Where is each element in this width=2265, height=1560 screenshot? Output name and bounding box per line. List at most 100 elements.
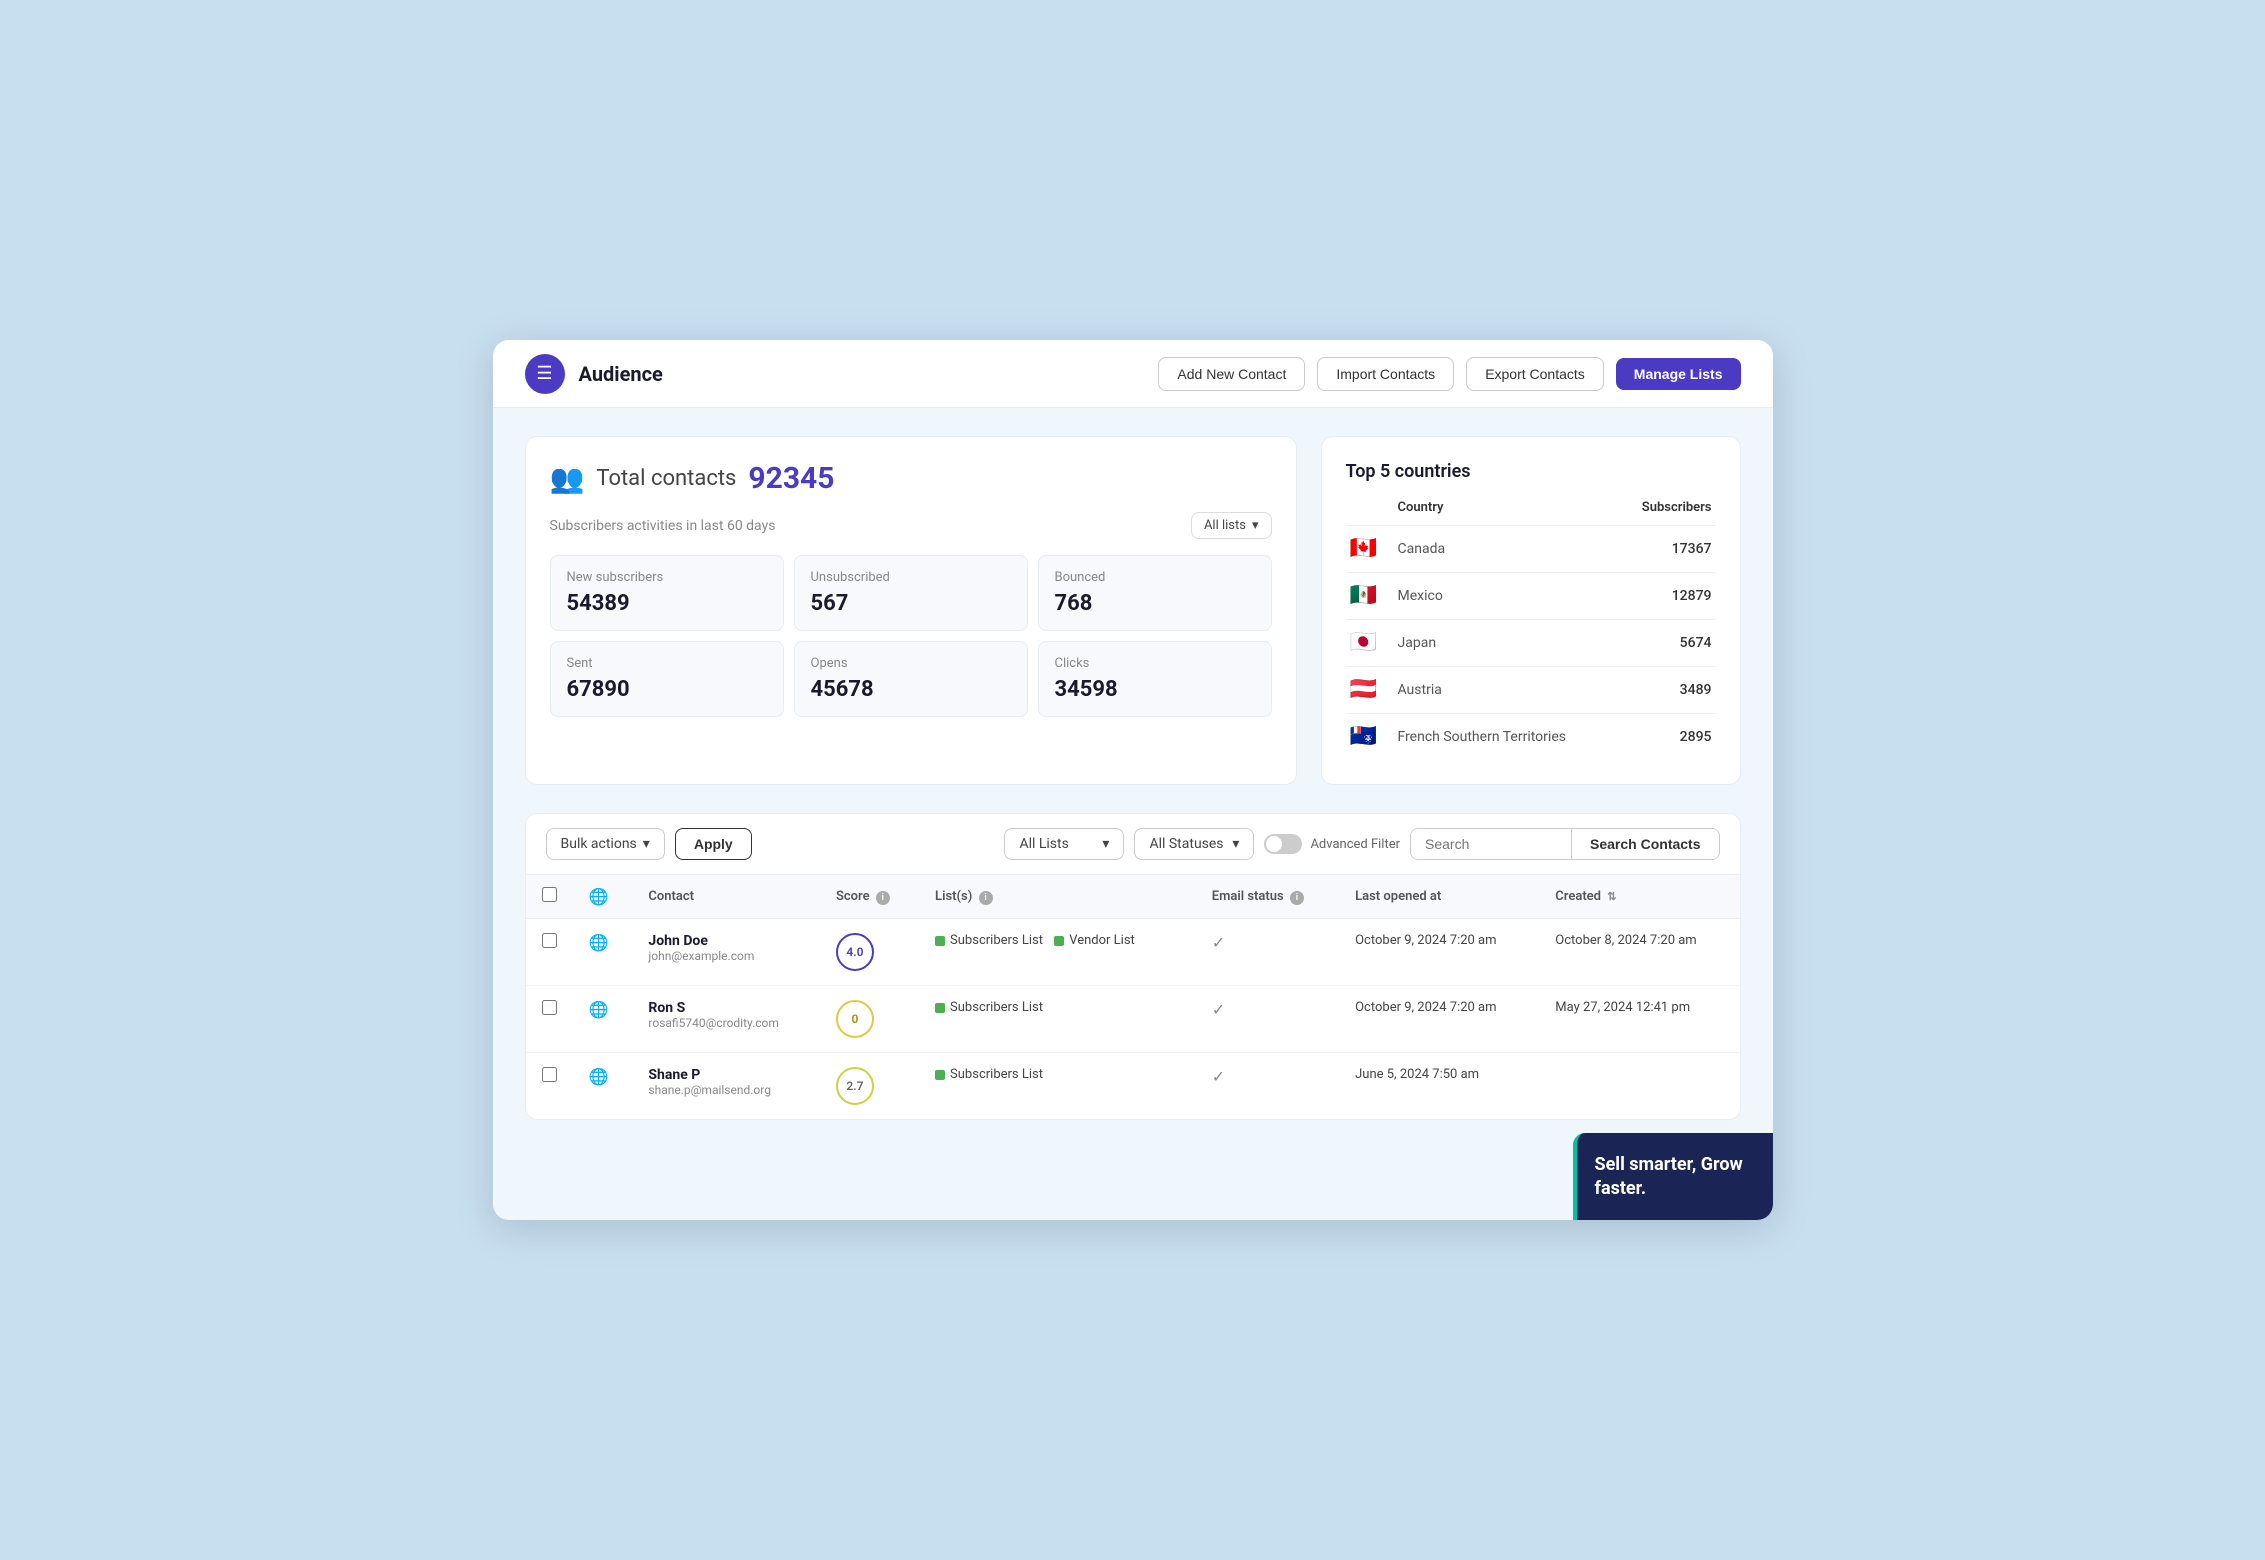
country-count: 5674 xyxy=(1680,635,1712,651)
col-header-country: Country xyxy=(1398,500,1634,515)
advanced-filter-toggle[interactable] xyxy=(1264,834,1302,854)
country-row: 🇨🇦 Canada 17367 xyxy=(1346,526,1716,573)
add-contact-button[interactable]: Add New Contact xyxy=(1158,357,1305,391)
row-lists-cell: Subscribers List xyxy=(919,986,1196,1053)
col-header-lists: List(s) i xyxy=(919,875,1196,919)
contact-email: shane.p@mailsend.org xyxy=(648,1083,804,1097)
advanced-filter-toggle-wrap: Advanced Filter xyxy=(1264,834,1400,854)
col-header-email-status: Email status i xyxy=(1196,875,1339,919)
stat-value-0: 54389 xyxy=(567,591,767,616)
bulk-actions-dropdown[interactable]: Bulk actions ▾ xyxy=(546,828,665,860)
list-badge: Vendor List xyxy=(1054,933,1135,948)
list-dot xyxy=(935,936,945,946)
export-contacts-button[interactable]: Export Contacts xyxy=(1466,357,1604,391)
created-date: October 8, 2024 7:20 am xyxy=(1555,933,1696,948)
header-left: ☰ Audience xyxy=(525,354,663,394)
all-statuses-filter[interactable]: All Statuses ▾ xyxy=(1134,828,1254,860)
row-score-cell: 4.0 xyxy=(820,919,919,986)
manage-lists-button[interactable]: Manage Lists xyxy=(1616,358,1741,390)
country-count: 3489 xyxy=(1680,682,1712,698)
promo-text: Sell smarter, Grow faster. xyxy=(1595,1153,1755,1200)
row-globe-cell: 🌐 xyxy=(573,986,633,1053)
row-contact-cell: John Doe john@example.com xyxy=(632,919,820,986)
last-opened-date: October 9, 2024 7:20 am xyxy=(1355,933,1496,948)
search-contacts-button[interactable]: Search Contacts xyxy=(1571,829,1718,859)
stats-section: 👥 Total contacts 92345 Subscribers activ… xyxy=(525,436,1741,785)
total-contacts-label: Total contacts xyxy=(596,466,736,491)
row-last-opened-cell: June 5, 2024 7:50 am xyxy=(1339,1053,1539,1120)
bulk-actions-label: Bulk actions xyxy=(561,836,637,852)
lists-info-icon: i xyxy=(979,891,993,905)
activities-subtitle: Subscribers activities in last 60 days xyxy=(550,518,776,534)
stat-label-0: New subscribers xyxy=(567,570,767,585)
country-count: 17367 xyxy=(1672,541,1712,557)
stat-card-sent: Sent 67890 xyxy=(550,641,784,717)
row-contact-cell: Ron S rosafi5740@crodity.com xyxy=(632,986,820,1053)
contact-email: john@example.com xyxy=(648,949,804,963)
all-lists-dropdown[interactable]: All lists ▾ xyxy=(1191,512,1272,539)
stat-card-new-subscribers: New subscribers 54389 xyxy=(550,555,784,631)
list-badge: Subscribers List xyxy=(935,933,1043,948)
table-row: 🌐 Ron S rosafi5740@crodity.com 0 Subscri… xyxy=(526,986,1740,1053)
row-checkbox[interactable] xyxy=(542,1000,557,1015)
table-section: Bulk actions ▾ Apply All Lists ▾ All Sta… xyxy=(525,813,1741,1120)
col-header-globe: 🌐 xyxy=(573,875,633,919)
country-row: 🇹🇫 French Southern Territories 2895 xyxy=(1346,714,1716,760)
contacts-tbody: 🌐 John Doe john@example.com 4.0 Subscrib… xyxy=(526,919,1740,1120)
country-name: Mexico xyxy=(1398,588,1664,604)
row-score-cell: 2.7 xyxy=(820,1053,919,1120)
search-input-wrap: Search Contacts xyxy=(1410,828,1719,860)
row-checkbox-cell xyxy=(526,986,573,1053)
country-flag: 🇦🇹 xyxy=(1350,679,1390,701)
list-dot xyxy=(1054,936,1064,946)
row-last-opened-cell: October 9, 2024 7:20 am xyxy=(1339,919,1539,986)
chevron-down-icon-bulk: ▾ xyxy=(643,836,650,852)
row-created-cell: October 8, 2024 7:20 am xyxy=(1539,919,1739,986)
logo-icon: ☰ xyxy=(525,354,565,394)
header-actions: Add New Contact Import Contacts Export C… xyxy=(1158,357,1740,391)
contacts-table: 🌐 Contact Score i List(s) i xyxy=(526,875,1740,1119)
apply-button[interactable]: Apply xyxy=(675,828,752,860)
row-last-opened-cell: October 9, 2024 7:20 am xyxy=(1339,986,1539,1053)
country-flag: 🇨🇦 xyxy=(1350,538,1390,560)
row-globe-cell: 🌐 xyxy=(573,919,633,986)
sort-icon-created[interactable]: ⇅ xyxy=(1607,890,1616,903)
stat-value-5: 34598 xyxy=(1055,677,1255,702)
country-count: 2895 xyxy=(1680,729,1712,745)
col-header-created: Created ⇅ xyxy=(1539,875,1739,919)
row-score-cell: 0 xyxy=(820,986,919,1053)
row-checkbox[interactable] xyxy=(542,1067,557,1082)
country-name: French Southern Territories xyxy=(1398,729,1672,745)
globe-icon: 🌐 xyxy=(589,1000,609,1019)
import-contacts-button[interactable]: Import Contacts xyxy=(1317,357,1454,391)
table-row: 🌐 Shane P shane.p@mailsend.org 2.7 Subsc… xyxy=(526,1053,1740,1120)
created-date: May 27, 2024 12:41 pm xyxy=(1555,1000,1690,1015)
row-globe-cell: 🌐 xyxy=(573,1053,633,1120)
col-header-subscribers: Subscribers xyxy=(1642,500,1712,515)
all-lists-filter[interactable]: All Lists ▾ xyxy=(1004,828,1124,860)
row-email-status-cell: ✓ xyxy=(1196,1053,1339,1120)
contacts-icon: 👥 xyxy=(550,462,585,495)
country-row: 🇦🇹 Austria 3489 xyxy=(1346,667,1716,714)
stat-card-unsubscribed: Unsubscribed 567 xyxy=(794,555,1028,631)
row-checkbox-cell xyxy=(526,1053,573,1120)
table-header-row: 🌐 Contact Score i List(s) i xyxy=(526,875,1740,919)
activities-header: Subscribers activities in last 60 days A… xyxy=(550,512,1272,539)
country-row: 🇯🇵 Japan 5674 xyxy=(1346,620,1716,667)
email-status-check-icon: ✓ xyxy=(1212,933,1225,952)
score-badge: 0 xyxy=(836,1000,874,1038)
score-badge: 2.7 xyxy=(836,1067,874,1105)
countries-title: Top 5 countries xyxy=(1346,461,1716,482)
select-all-checkbox[interactable] xyxy=(542,887,557,902)
col-header-score: Score i xyxy=(820,875,919,919)
stat-card-clicks: Clicks 34598 xyxy=(1038,641,1272,717)
stat-value-4: 45678 xyxy=(811,677,1011,702)
list-dot xyxy=(935,1003,945,1013)
stat-value-3: 67890 xyxy=(567,677,767,702)
row-checkbox[interactable] xyxy=(542,933,557,948)
search-input[interactable] xyxy=(1411,829,1571,859)
last-opened-date: June 5, 2024 7:50 am xyxy=(1355,1067,1479,1082)
stat-label-3: Sent xyxy=(567,656,767,671)
table-row: 🌐 John Doe john@example.com 4.0 Subscrib… xyxy=(526,919,1740,986)
col-header-last-opened: Last opened at xyxy=(1339,875,1539,919)
